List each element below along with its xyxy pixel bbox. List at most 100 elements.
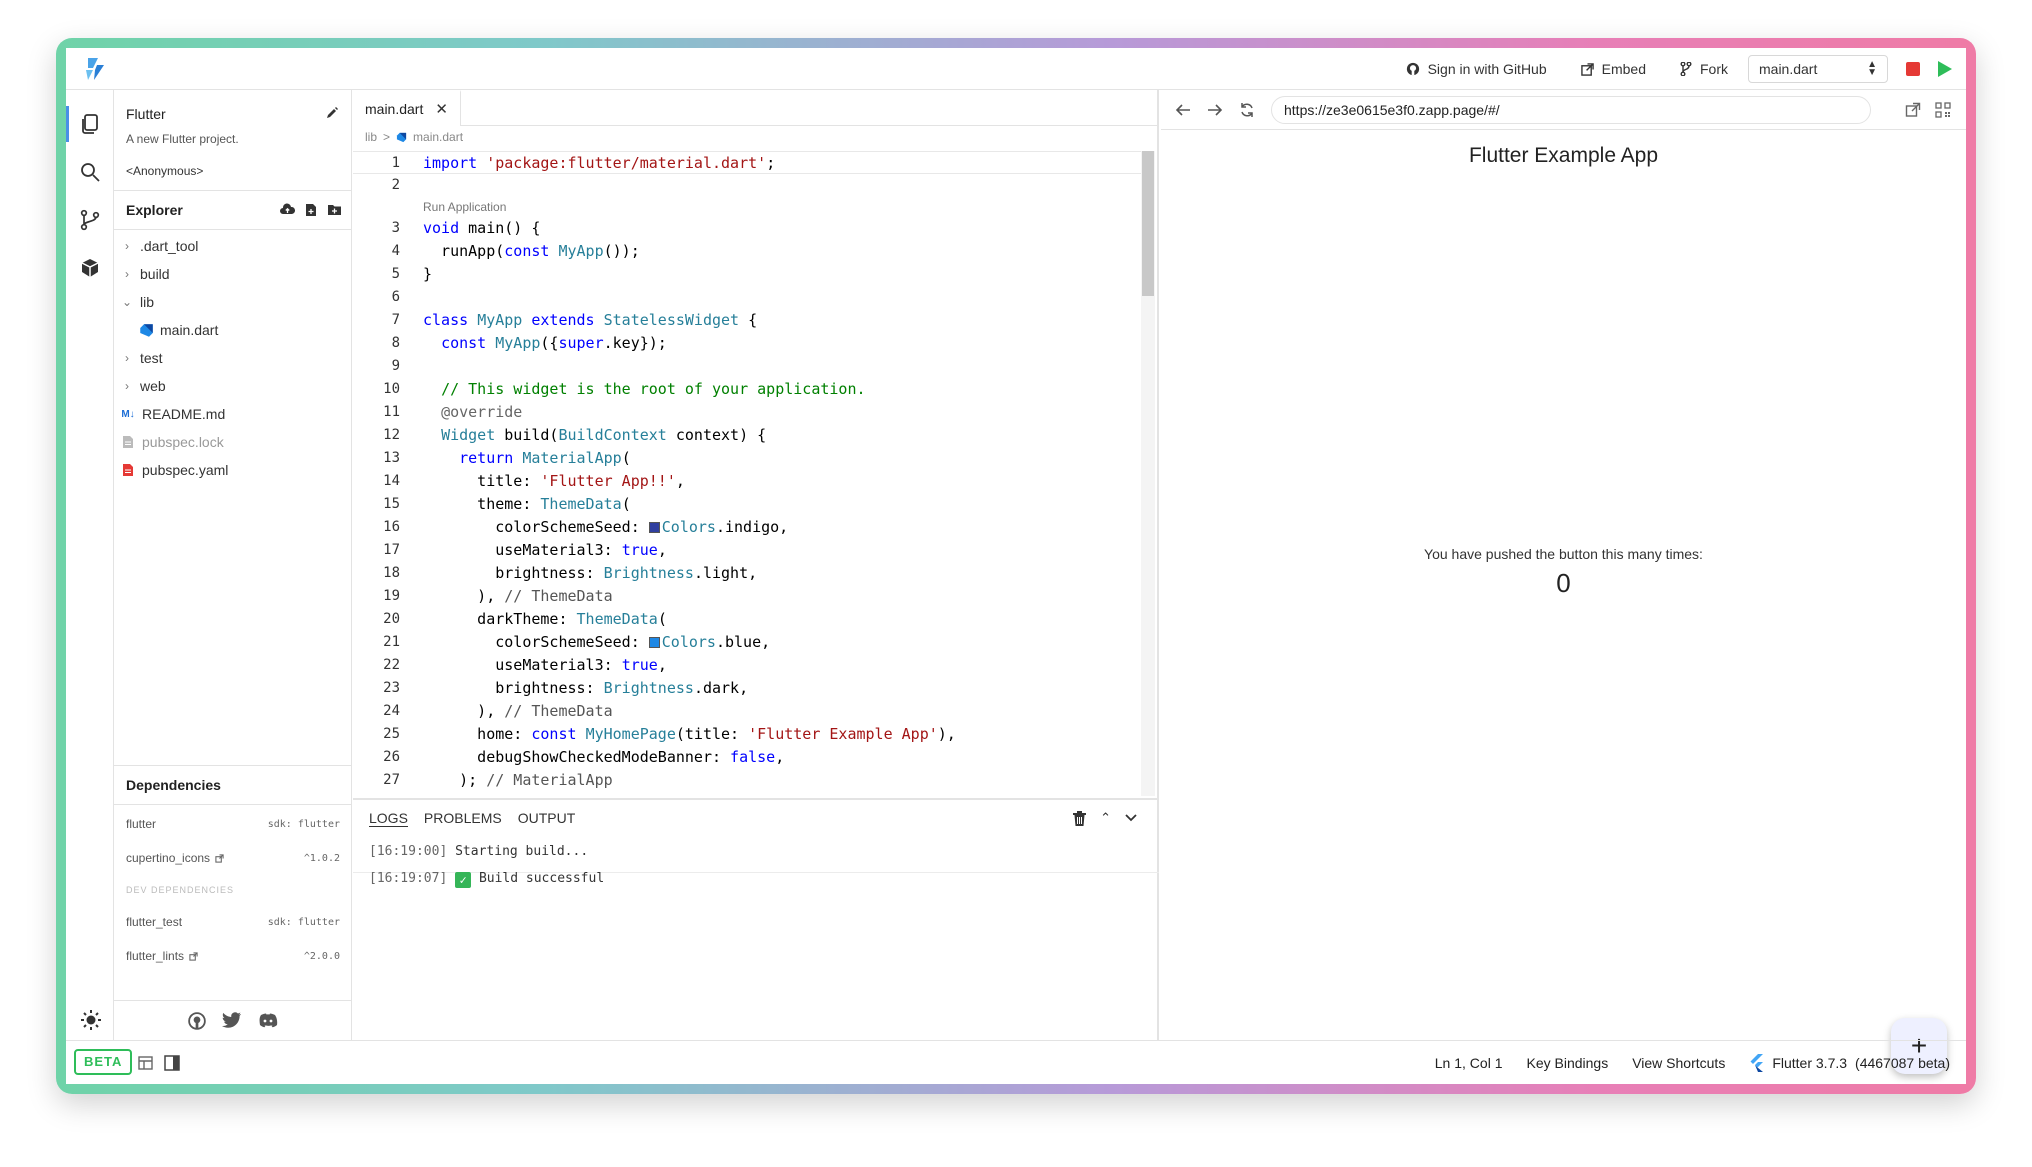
log-time: [16:19:00] — [369, 844, 448, 859]
dependencies-label: Dependencies — [126, 777, 221, 793]
explorer-label: Explorer — [126, 202, 183, 218]
file-tree-label: .dart_tool — [140, 238, 199, 254]
code-line: 3 void main() { — [391, 219, 541, 237]
editor-scrollbar[interactable] — [1141, 151, 1155, 796]
project-name: Flutter — [126, 106, 166, 122]
cursor-position[interactable]: Ln 1, Col 1 — [1435, 1055, 1503, 1071]
sidebar-toggle-icon[interactable] — [164, 1055, 180, 1071]
panel-tab-output[interactable]: OUTPUT — [518, 810, 576, 827]
file-icon-wrap — [120, 462, 136, 478]
key-bindings-button[interactable]: Key Bindings — [1526, 1055, 1608, 1071]
file-tree: › .dart_tool › build ⌄ lib main.dart › test › web M… — [114, 232, 352, 484]
forward-arrow-icon[interactable] — [1207, 102, 1223, 118]
file-tree-label: web — [140, 378, 166, 394]
file-tree-label: test — [140, 350, 163, 366]
dependency-name: cupertino_icons — [126, 851, 211, 865]
breadcrumb-folder[interactable]: lib — [365, 130, 377, 144]
sidebar: Flutter A new Flutter project. <Anonymou… — [114, 90, 352, 1040]
topbar-actions: Sign in with GitHub Embed Fork main.dart… — [1406, 48, 1952, 90]
code-line: 14 title: 'Flutter App!!', — [383, 472, 685, 490]
refresh-icon[interactable] — [1239, 102, 1255, 118]
project-author: <Anonymous> — [126, 164, 204, 178]
file-tree-item[interactable]: ⌄ lib — [114, 288, 352, 316]
log-entry: [16:19:07] ✓ Build successful — [369, 871, 604, 888]
code-line: 18 brightness: Brightness.light, — [383, 564, 758, 582]
run-application-codelens[interactable]: Run Application — [353, 197, 1141, 217]
breadcrumb-file[interactable]: main.dart — [413, 130, 463, 144]
dependency-row[interactable]: flutter sdk: flutter — [114, 807, 352, 841]
trash-icon[interactable] — [1073, 810, 1087, 826]
dependency-row[interactable]: flutter_test sdk: flutter — [114, 905, 352, 939]
close-icon[interactable]: ✕ — [435, 100, 448, 118]
file-tree-item[interactable]: pubspec.lock — [114, 428, 352, 456]
fork-button[interactable]: Fork — [1680, 61, 1728, 77]
file-tree-item[interactable]: M↓ README.md — [114, 400, 352, 428]
new-folder-icon[interactable] — [327, 203, 342, 216]
chevron-down-icon[interactable] — [1125, 814, 1137, 822]
file-select[interactable]: main.dart ▲ ▼ — [1748, 55, 1888, 83]
sign-in-github-button[interactable]: Sign in with GitHub — [1406, 61, 1547, 77]
log-text: Starting build... — [455, 844, 589, 859]
view-shortcuts-button[interactable]: View Shortcuts — [1632, 1055, 1725, 1071]
back-arrow-icon[interactable] — [1175, 102, 1191, 118]
code-line: 23 brightness: Brightness.dark, — [383, 679, 749, 697]
code-editor[interactable]: 1 import 'package:flutter/material.dart';… — [353, 151, 1141, 796]
files-icon[interactable] — [78, 112, 102, 136]
embed-label: Embed — [1601, 61, 1646, 77]
code-line: 24 ), // ThemeData — [383, 702, 613, 720]
code-line: 5} — [391, 265, 433, 283]
code-line: 25 home: const MyHomePage(title: 'Flutte… — [383, 725, 956, 743]
editor-tab-bar: main.dart ✕ — [353, 90, 1159, 126]
preview-url-input[interactable]: https://ze3e0615e3f0.zapp.page/#/ — [1271, 96, 1871, 124]
external-link-icon — [1580, 62, 1594, 76]
color-swatch-indigo[interactable] — [648, 522, 660, 533]
cloud-upload-icon[interactable] — [280, 203, 295, 217]
github-icon[interactable] — [188, 1011, 206, 1030]
editor-scroll-thumb[interactable] — [1142, 151, 1154, 296]
code-line: 19 ), // ThemeData — [383, 587, 613, 605]
flutter-build-label: (4467087 beta) — [1855, 1055, 1950, 1071]
layout-icon[interactable] — [138, 1056, 153, 1070]
qr-code-icon[interactable] — [1935, 102, 1951, 118]
color-swatch-blue[interactable] — [648, 637, 660, 648]
file-icon-wrap — [138, 322, 154, 338]
chevron-right-icon: › — [125, 379, 129, 393]
chevron-up-icon[interactable]: ⌃ — [1100, 810, 1111, 826]
flutter-version[interactable]: Flutter 3.7.3 (4467087 beta) — [1749, 1054, 1950, 1072]
file-tree-item[interactable]: › build — [114, 260, 352, 288]
twitter-icon[interactable] — [222, 1012, 242, 1029]
dependency-row[interactable]: flutter_lints ^2.0.0 — [114, 939, 352, 973]
bottom-panel: LOGS PROBLEMS OUTPUT ⌃ [16:19:00] Starting… — [353, 798, 1159, 1040]
run-button[interactable] — [1938, 61, 1952, 77]
explorer-tools — [280, 203, 342, 217]
zapp-logo-icon — [86, 58, 104, 80]
file-icon-wrap: M↓ — [120, 406, 136, 422]
packages-icon[interactable] — [78, 256, 102, 280]
code-line: 28 } — [353, 792, 1141, 796]
fork-label: Fork — [1700, 61, 1728, 77]
theme-sun-icon[interactable] — [79, 1008, 103, 1032]
file-tree-item[interactable]: › .dart_tool — [114, 232, 352, 260]
source-control-icon[interactable] — [78, 208, 102, 232]
new-file-icon[interactable] — [305, 203, 317, 217]
open-external-icon[interactable] — [1905, 102, 1921, 118]
file-tree-item[interactable]: pubspec.yaml — [114, 456, 352, 484]
file-tree-item[interactable]: › test — [114, 344, 352, 372]
dependency-row[interactable]: cupertino_icons ^1.0.2 — [114, 841, 352, 875]
tab-main-dart[interactable]: main.dart ✕ — [353, 90, 461, 126]
markdown-file-icon: M↓ — [121, 408, 135, 420]
file-tree-item[interactable]: main.dart — [114, 316, 352, 344]
code-line: 22 useMaterial3: true, — [383, 656, 667, 674]
stop-button[interactable] — [1906, 62, 1920, 76]
discord-icon[interactable] — [258, 1013, 278, 1028]
counter-message: You have pushed the button this many tim… — [1424, 546, 1703, 562]
file-tree-item[interactable]: › web — [114, 372, 352, 400]
panel-tab-problems[interactable]: PROBLEMS — [424, 810, 502, 827]
search-icon[interactable] — [78, 160, 102, 184]
chevron-right-icon: › — [125, 267, 129, 281]
panel-tab-logs[interactable]: LOGS — [369, 810, 408, 827]
fork-icon — [1680, 62, 1692, 76]
pencil-icon[interactable] — [325, 106, 339, 120]
counter-value: 0 — [1556, 568, 1571, 598]
embed-button[interactable]: Embed — [1580, 61, 1646, 77]
